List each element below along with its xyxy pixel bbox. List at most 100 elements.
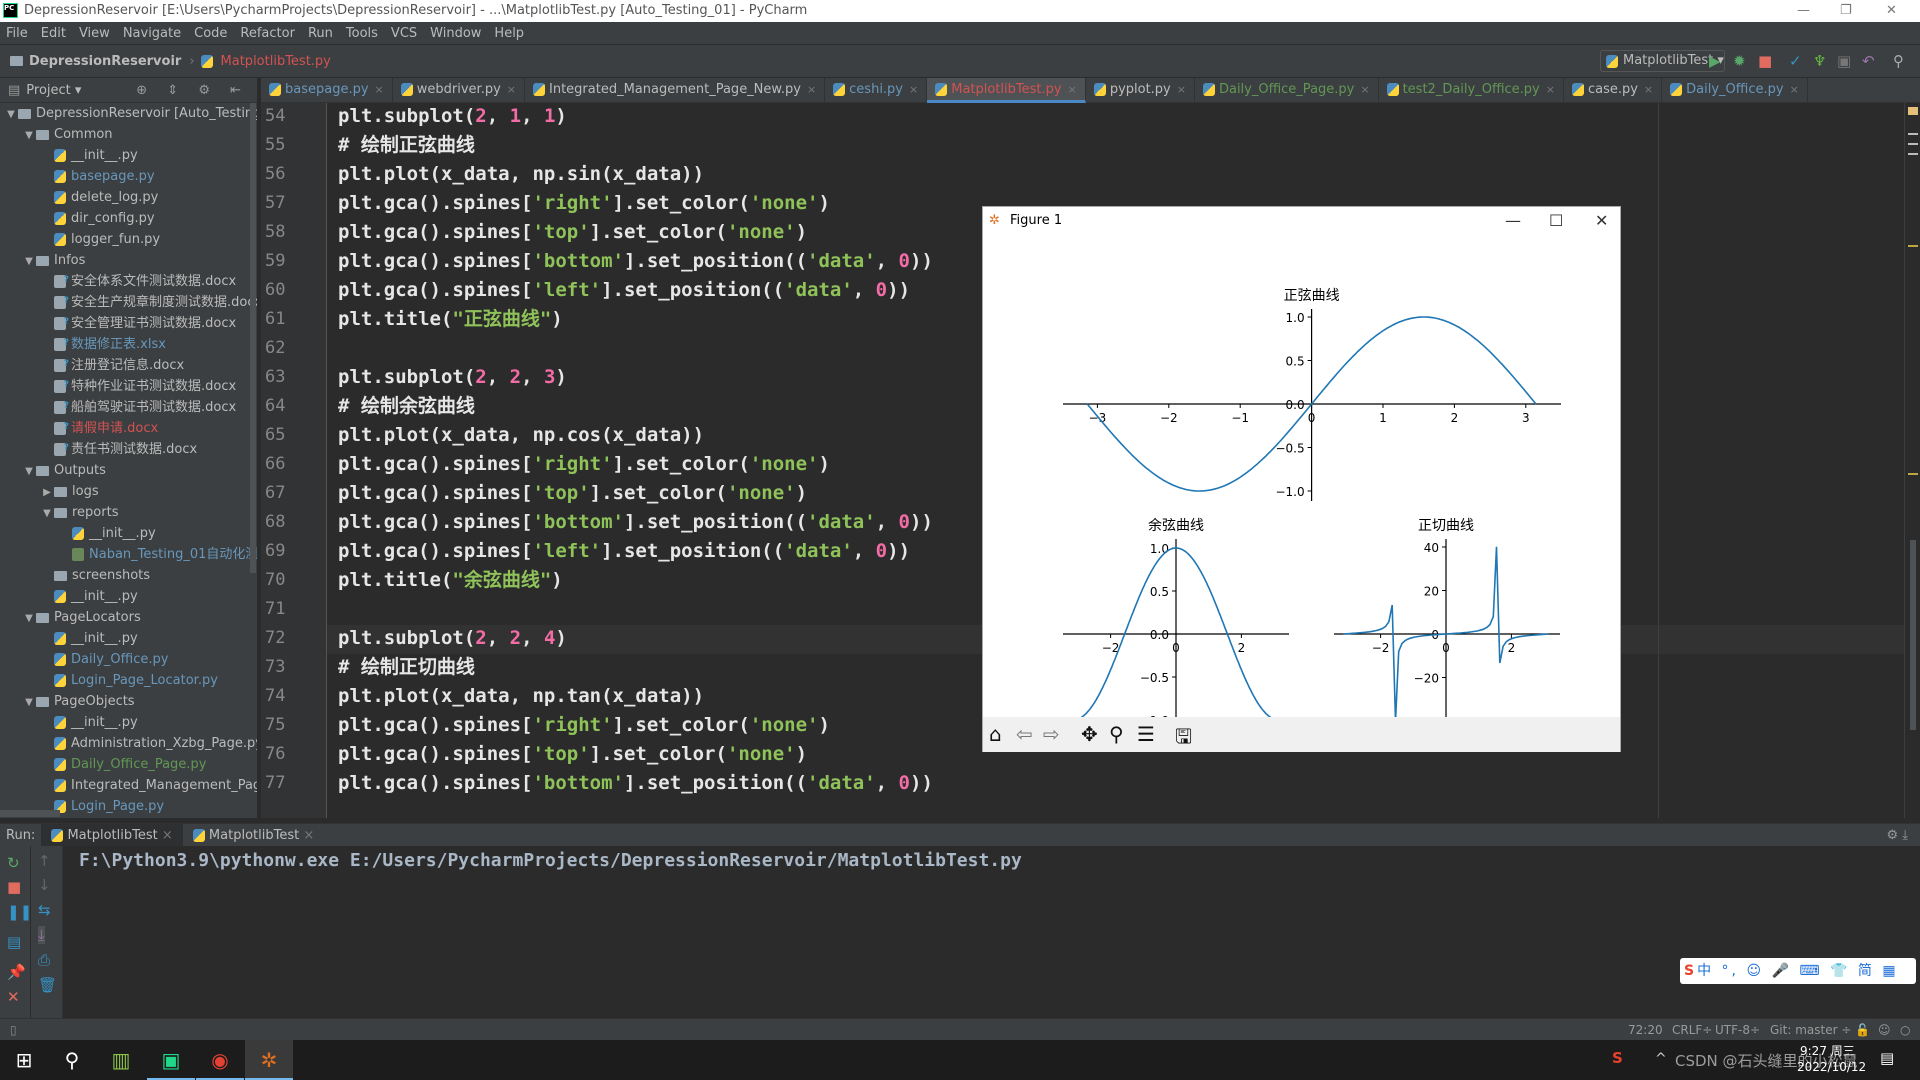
editor-tab[interactable]: test2_Daily_Office.py × — [1379, 78, 1564, 103]
close-tab-icon[interactable]: × — [1546, 83, 1555, 96]
tree-folder[interactable]: ▶ logs — [0, 481, 257, 502]
file-encoding[interactable]: UTF-8÷ — [1715, 1019, 1760, 1041]
trash-icon[interactable]: 🗑 — [38, 976, 57, 994]
tree-folder[interactable]: ▼ DepressionReservoir [Auto_Testing_01] — [0, 103, 257, 124]
search-icon[interactable]: ⚲ — [48, 1040, 96, 1080]
close-tab-icon[interactable]: × — [1068, 83, 1077, 96]
caret-position[interactable]: 72:20 — [1628, 1019, 1663, 1041]
tree-folder[interactable]: ▼ Infos — [0, 250, 257, 271]
breadcrumb-project[interactable]: DepressionReservoir — [29, 54, 181, 69]
run-console[interactable] — [0, 846, 1920, 1018]
tree-file[interactable]: __init__.py — [0, 628, 257, 649]
menu-edit[interactable]: Edit — [41, 26, 66, 41]
close-tab-icon[interactable]: × — [1790, 83, 1799, 96]
close-tab-icon[interactable]: × — [1644, 83, 1653, 96]
run-configuration-select[interactable]: MatplotlibTest ▾ — [1600, 50, 1725, 72]
warning-marker[interactable] — [1908, 107, 1918, 115]
tree-file[interactable]: 注册登记信息.docx — [0, 354, 257, 376]
pin-icon[interactable]: 📌 — [7, 963, 26, 981]
matplotlib-taskbar-icon[interactable]: ✲ — [245, 1040, 293, 1080]
tree-folder[interactable]: screenshots — [0, 565, 257, 586]
tree-file[interactable]: Integrated_Management_Page_ — [0, 775, 257, 796]
tree-file[interactable]: __init__.py — [0, 145, 257, 166]
chevron-down-icon[interactable]: ▼ — [22, 251, 36, 272]
up-icon[interactable]: ↑ — [38, 852, 51, 870]
project-panel-actions[interactable]: ⊕ ⇕ ⚙ ⇤ — [136, 83, 249, 98]
chevron-down-icon[interactable]: ▼ — [40, 503, 54, 524]
editor-tab[interactable]: Integrated_Management_Page_New.py × — [525, 78, 826, 103]
run-icon[interactable]: ▶ — [1709, 50, 1721, 72]
editor-tab[interactable]: case.py × — [1564, 78, 1663, 103]
stop-icon[interactable]: ■ — [1758, 50, 1772, 72]
close-tab-icon[interactable]: × — [807, 83, 816, 96]
tree-file[interactable]: 安全体系文件测试数据.docx — [0, 270, 257, 292]
menu-help[interactable]: Help — [494, 26, 524, 41]
tree-folder[interactable]: ▼ Common — [0, 124, 257, 145]
clock-date[interactable]: 2022/10/12 — [1797, 1060, 1866, 1074]
tree-file[interactable]: 安全生产规章制度测试数据.docx — [0, 291, 257, 313]
chevron-down-icon[interactable]: ▼ — [4, 104, 18, 125]
tree-folder[interactable]: ▼ reports — [0, 502, 257, 523]
vcs-history-icon[interactable]: ▣ — [1837, 50, 1851, 72]
notification-icon[interactable]: ▤ — [1880, 1049, 1894, 1067]
clock-time[interactable]: 9:27 周三 — [1800, 1042, 1855, 1059]
chrome-icon[interactable]: ◉ — [196, 1040, 244, 1080]
marker[interactable] — [1908, 245, 1918, 247]
menu-refactor[interactable]: Refactor — [240, 26, 295, 41]
run-tab[interactable]: MatplotlibTest × — [183, 824, 324, 847]
editor-tab[interactable]: Daily_Office.py × — [1662, 78, 1808, 103]
menu-view[interactable]: View — [79, 26, 110, 41]
pycharm-taskbar-icon[interactable]: ▣ — [147, 1040, 195, 1080]
debug-icon[interactable]: ✹ — [1733, 50, 1746, 72]
project-view-select[interactable]: Project ▾ — [26, 83, 81, 98]
chevron-down-icon[interactable]: ▼ — [22, 692, 36, 713]
menu-run[interactable]: Run — [308, 26, 333, 41]
tree-file[interactable]: dir_config.py — [0, 208, 257, 229]
search-icon[interactable]: ⚲ — [1893, 50, 1904, 72]
tree-scrollbar[interactable] — [250, 103, 256, 573]
figure-close-button[interactable]: ✕ — [1595, 207, 1608, 234]
figure-minimize-button[interactable]: — — [1505, 207, 1521, 234]
editor-tab[interactable]: pyplot.py × — [1086, 78, 1195, 103]
vcs-commit-icon[interactable]: ♆ — [1813, 50, 1826, 72]
breadcrumb-file[interactable]: MatplotlibTest.py — [221, 54, 331, 69]
marker[interactable] — [1908, 153, 1918, 155]
tree-folder[interactable]: ▼ PageObjects — [0, 691, 257, 712]
tray-expand-icon[interactable]: ^ — [1655, 1051, 1667, 1067]
rerun-icon[interactable]: ↻ — [7, 854, 20, 872]
tree-file[interactable]: __init__.py — [0, 586, 257, 607]
layout-icon[interactable]: ▤ — [7, 933, 21, 951]
lock-icon[interactable]: 🔓 — [1855, 1019, 1870, 1041]
marker[interactable] — [1908, 473, 1918, 475]
chevron-right-icon[interactable]: ▶ — [40, 482, 54, 503]
tree-folder[interactable]: ▼ PageLocators — [0, 607, 257, 628]
save-icon[interactable]: 🖫 — [1175, 722, 1192, 756]
chevron-down-icon[interactable]: ▼ — [22, 461, 36, 482]
tree-horizontal-scrollbar[interactable] — [0, 810, 60, 817]
home-icon[interactable]: ⌂ — [989, 722, 1002, 746]
run-tab[interactable]: MatplotlibTest × — [41, 823, 183, 847]
editor-scrollbar[interactable] — [1910, 540, 1916, 730]
close-tab-icon[interactable]: × — [909, 83, 918, 96]
tree-file[interactable]: Administration_Xzbg_Page.py — [0, 733, 257, 754]
marker[interactable] — [1908, 143, 1918, 145]
editor-tab[interactable]: ceshi.py × — [825, 78, 928, 103]
close-button[interactable]: ✕ — [1886, 0, 1897, 22]
tree-file[interactable]: 船舶驾驶证书测试数据.docx — [0, 396, 257, 418]
tree-file[interactable]: 数据修正表.xlsx — [0, 333, 257, 355]
revert-icon[interactable]: ↶ — [1862, 50, 1875, 72]
tool-window-toggle-icon[interactable]: ▯ — [10, 1019, 17, 1041]
close-tab-icon[interactable]: × — [1177, 83, 1186, 96]
ime-toolbar[interactable]: S中 °, ☺ 🎤 ⌨ 👕 简 ▦ — [1680, 958, 1916, 984]
zoom-icon[interactable]: ⚲ — [1109, 722, 1124, 746]
editor-tab[interactable]: Daily_Office_Page.py × — [1195, 78, 1379, 103]
editor-tab[interactable]: webdriver.py × — [393, 78, 525, 103]
line-separator[interactable]: CRLF÷ — [1672, 1019, 1712, 1041]
forward-icon[interactable]: ⇨ — [1043, 722, 1060, 746]
scroll-to-end-icon[interactable]: ⤓ — [38, 926, 45, 944]
close-icon[interactable]: ✕ — [7, 988, 20, 1006]
editor-tab[interactable]: MatplotlibTest.py × — [927, 78, 1086, 103]
windows-start-icon[interactable]: ⊞ — [0, 1040, 48, 1080]
menu-window[interactable]: Window — [430, 26, 481, 41]
chevron-down-icon[interactable]: ▼ — [22, 125, 36, 146]
